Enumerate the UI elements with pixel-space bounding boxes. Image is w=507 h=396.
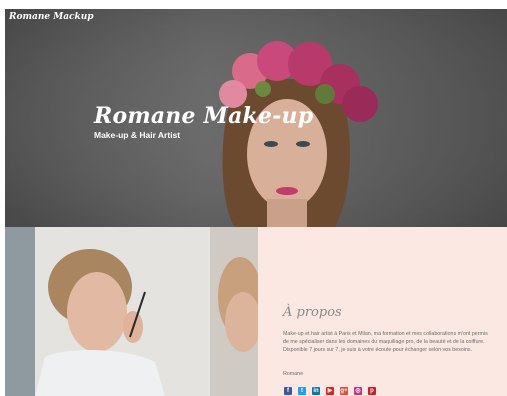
instagram-icon[interactable]: ◎	[354, 387, 362, 395]
site-title[interactable]: Romane Mackup	[9, 12, 94, 22]
hero-heading: Romane Make-up	[94, 103, 314, 129]
page: Romane Mackup Romane Make-up Make-up & H…	[0, 0, 507, 396]
about-text: Make-up et hair artist à Paris et Milan,…	[283, 331, 488, 353]
makeup-image	[5, 227, 258, 396]
about-signature: Romane	[283, 371, 304, 377]
instagram-glyph: ◎	[355, 388, 361, 394]
facebook-icon[interactable]: f	[284, 387, 292, 395]
youtube-glyph: ▶	[327, 388, 333, 394]
hero-subheading: Make-up & Hair Artist	[94, 130, 181, 140]
social-links: f t in ▶ g+ ◎ p	[284, 387, 376, 395]
hero-banner: Romane Mackup Romane Make-up Make-up & H…	[5, 9, 507, 227]
makeup-photo	[5, 227, 258, 396]
linkedin-icon[interactable]: in	[312, 387, 320, 395]
google-plus-icon[interactable]: g+	[340, 387, 348, 395]
facebook-glyph: f	[287, 388, 289, 394]
pinterest-icon[interactable]: p	[368, 387, 376, 395]
twitter-glyph: t	[301, 388, 303, 394]
about-title: À propos	[283, 305, 342, 320]
google-plus-glyph: g+	[340, 388, 348, 394]
pinterest-glyph: p	[370, 388, 374, 394]
linkedin-glyph: in	[313, 388, 319, 394]
youtube-icon[interactable]: ▶	[326, 387, 334, 395]
twitter-icon[interactable]: t	[298, 387, 306, 395]
about-section: À propos Make-up et hair artist à Paris …	[258, 227, 507, 396]
